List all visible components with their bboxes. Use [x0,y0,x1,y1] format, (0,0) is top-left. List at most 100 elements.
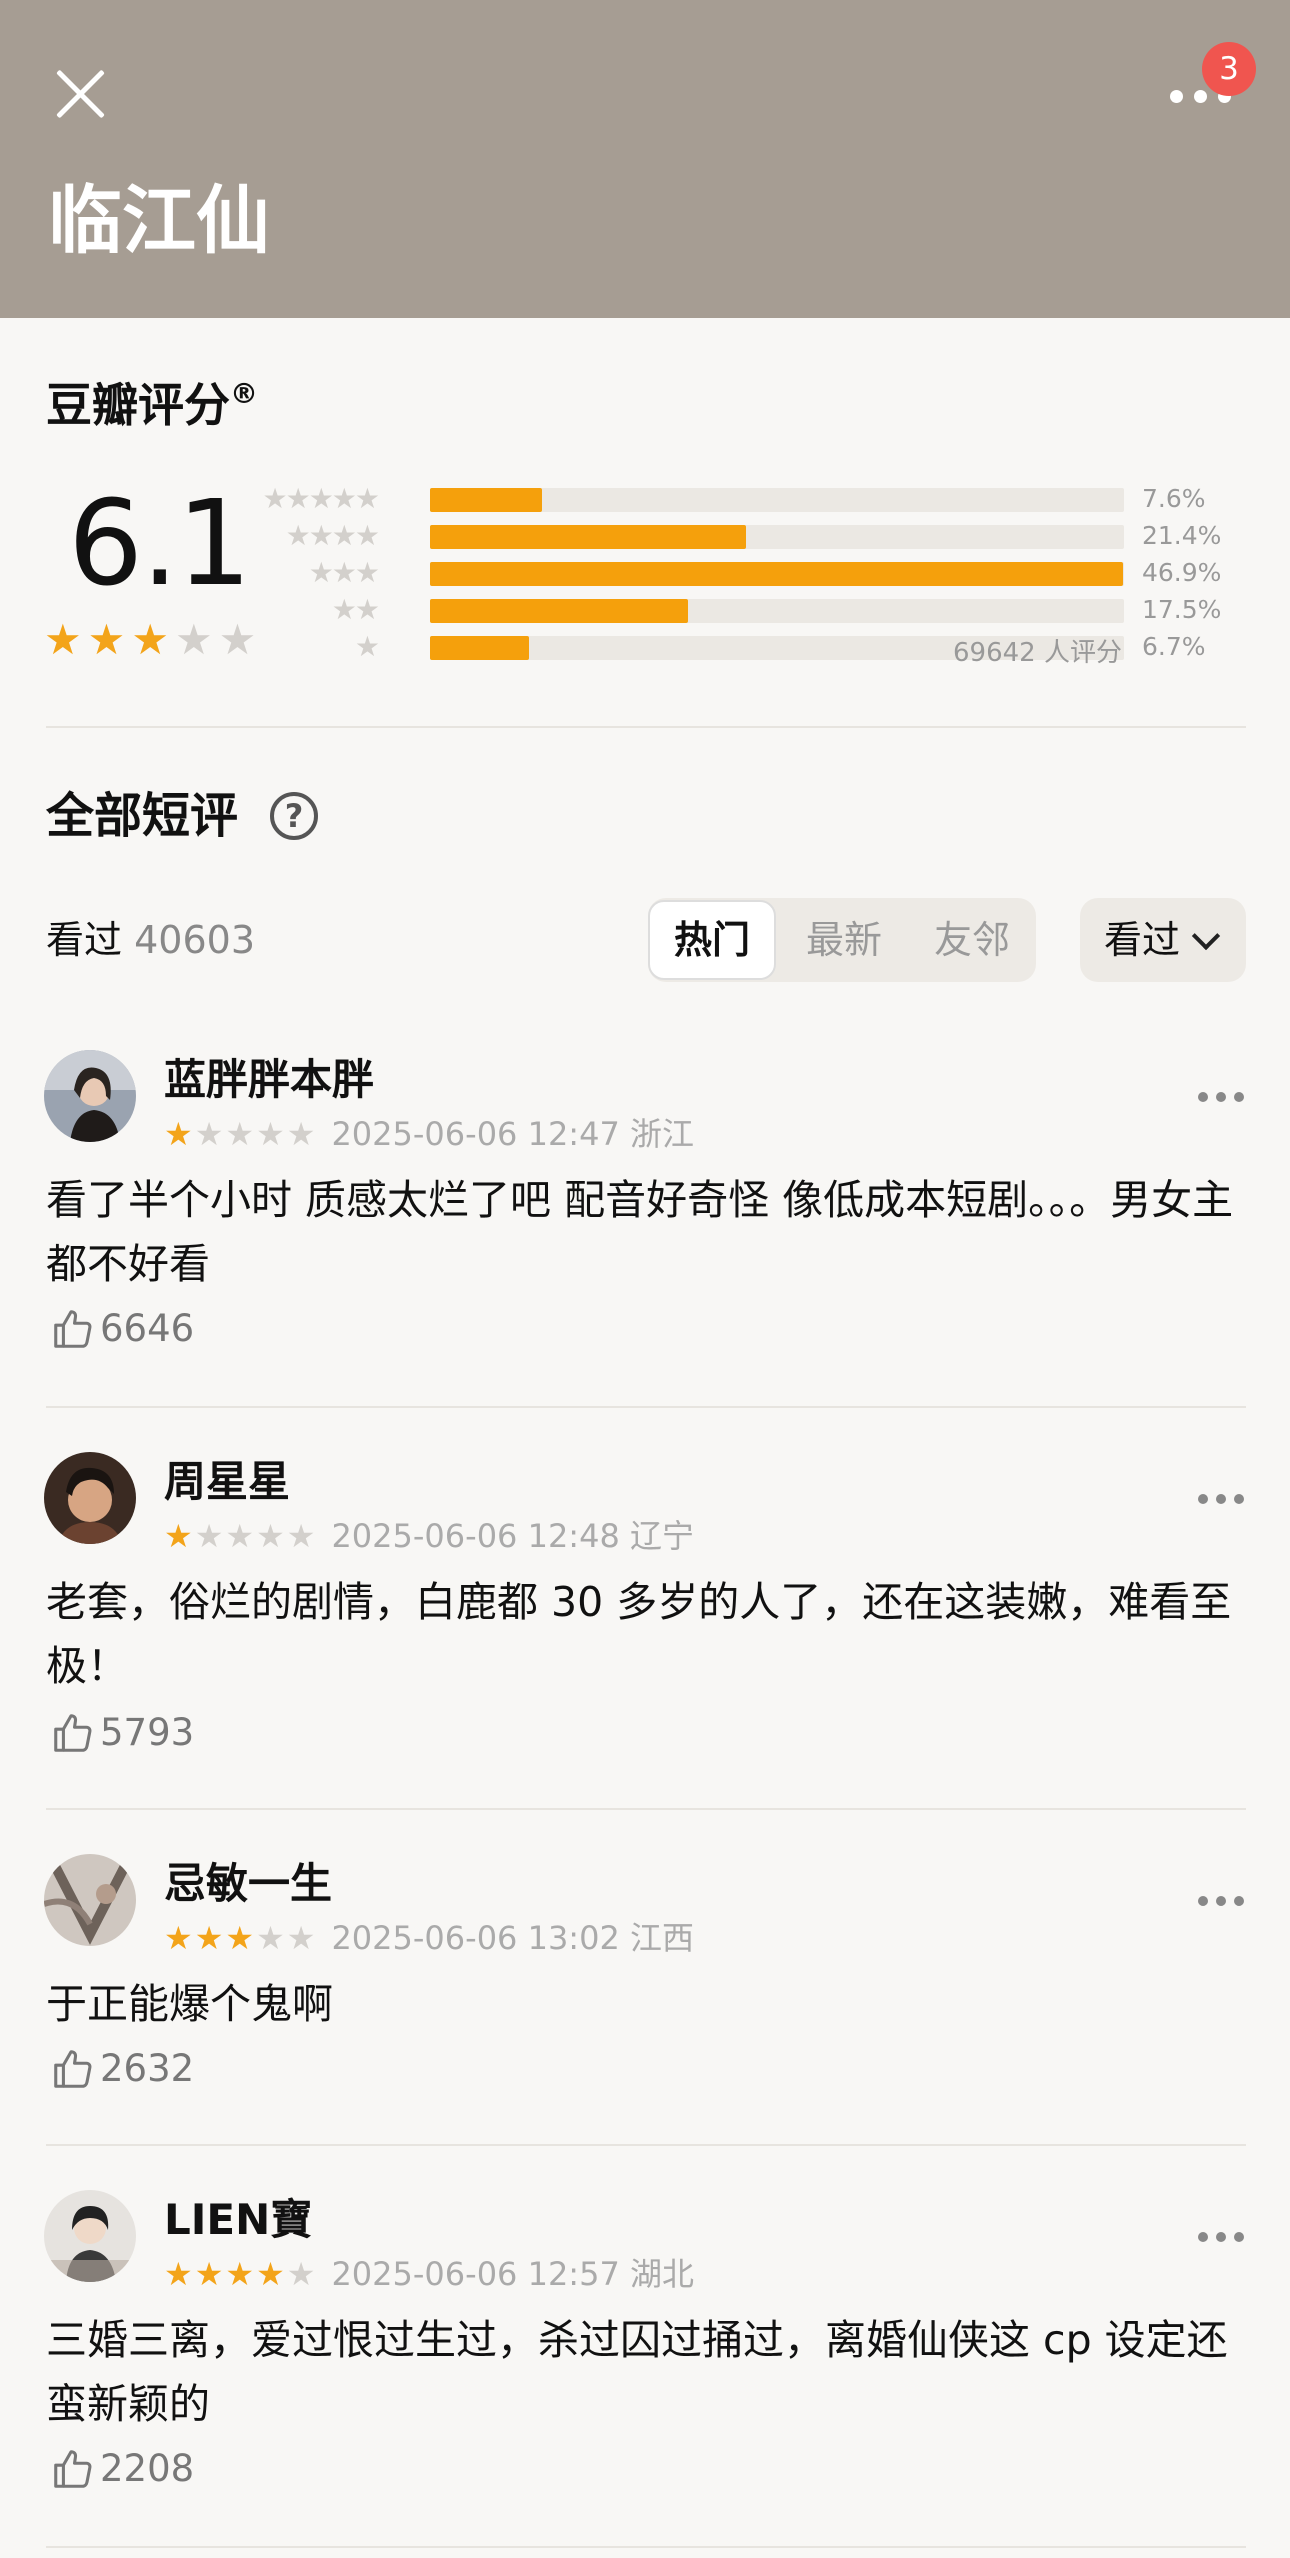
divider [46,1808,1246,1810]
section-title: 全部短评 [46,788,239,844]
star-icon: ★ [218,615,257,664]
close-icon[interactable] [52,66,108,122]
review-date: 2025-06-06 12:57 湖北 [331,2255,694,2293]
star-icon: ★ [286,2255,316,2293]
watched-summary: 看过 40603 [46,918,255,962]
distribution-bar [430,525,746,549]
like-count: 6646 [100,1307,195,1350]
chevron-down-icon [1191,921,1221,951]
review-stars: ★ ★ ★ ★ ★ [164,2257,315,2291]
distribution-stars-icon: ★ [354,630,380,663]
like-count: 5793 [100,1711,195,1754]
avatar[interactable] [44,1854,136,1946]
more-dots-icon[interactable] [1196,2230,1246,2246]
star-icon: ★ [286,1919,316,1957]
like-count: 2208 [100,2447,195,2490]
star-icon: ★ [194,1517,224,1555]
thumbs-up-icon [54,1310,92,1348]
registered-mark: ® [230,377,258,410]
distribution-percent: 46.9% [1142,558,1222,587]
tab-friends[interactable]: 友邻 [908,898,1036,982]
distribution-row: ★★★ 46.9% [270,558,1230,588]
like-button[interactable]: 6646 [50,1306,194,1352]
help-icon[interactable]: ? [270,792,318,840]
rating-heading: 豆瓣评分® [46,377,258,432]
distribution-bar [430,562,1123,586]
distribution-percent: 17.5% [1142,595,1222,624]
rating-score: 6.1 [68,474,252,612]
star-icon: ★ [131,615,169,664]
star-icon: ★ [225,2255,255,2293]
review-stars: ★ ★ ★ ★ ★ [164,1117,315,1151]
star-icon: ★ [164,1517,193,1555]
distribution-percent: 6.7% [1142,632,1206,661]
like-count: 2632 [100,2047,195,2090]
tab-latest[interactable]: 最新 [780,898,908,982]
review-date: 2025-06-06 12:48 辽宁 [331,1517,694,1555]
thumbs-up-icon [54,1714,92,1752]
more-dots-icon[interactable] [1196,1492,1246,1508]
review-date: 2025-06-06 12:47 浙江 [331,1115,694,1153]
star-icon: ★ [44,615,82,664]
review-meta: ★ ★ ★ ★ ★ 2025-06-06 12:47 浙江 [164,1114,694,1154]
star-icon: ★ [87,615,126,664]
distribution-row: ★★★★ 21.4% [270,521,1230,551]
more-dots-icon[interactable] [1196,1090,1246,1106]
star-icon: ★ [164,2255,193,2293]
star-icon: ★ [256,2255,285,2293]
avatar[interactable] [44,1050,136,1142]
distribution-percent: 21.4% [1142,521,1222,550]
reviewer-name[interactable]: 周星星 [164,1456,290,1508]
page-title: 临江仙 [48,178,270,264]
notification-badge: 3 [1202,42,1256,96]
review-text: 老套，俗烂的剧情，白鹿都 30 多岁的人了，还在这装嫩，难看至极！ [46,1578,1232,1690]
like-button[interactable]: 5793 [50,1710,194,1756]
review-text: 三婚三离，爱过恨过生过，杀过囚过捅过，离婚仙侠这 cp 设定还蛮新颖的 [46,2316,1228,2428]
distribution-stars-icon: ★★★ [308,556,380,589]
distribution-bar [430,599,688,623]
star-icon: ★ [286,1517,316,1555]
reviewer-name[interactable]: 蓝胖胖本胖 [164,1054,374,1106]
divider [46,2144,1246,2146]
review-meta: ★ ★ ★ ★ ★ 2025-06-06 12:57 湖北 [164,2254,694,2294]
watched-count: 40603 [134,918,255,962]
reviewer-name[interactable]: 忌敏一生 [164,1858,332,1910]
distribution-stars-icon: ★★★★ [285,519,380,552]
header-bar: 3 临江仙 [0,0,1290,318]
star-icon: ★ [256,1517,285,1555]
avatar[interactable] [44,1452,136,1544]
star-icon: ★ [256,1919,285,1957]
distribution-track [430,599,1124,623]
star-icon: ★ [225,1115,255,1153]
more-dots-icon[interactable] [1196,1894,1246,1910]
review-stars: ★ ★ ★ ★ ★ [164,1519,315,1553]
distribution-row: ★★ 17.5% [270,595,1230,625]
divider [46,726,1246,728]
star-icon: ★ [174,615,213,664]
review-text: 看了半个小时 质感太烂了吧 配音好奇怪 像低成本短剧。。。男女主都不好看 [46,1176,1234,1288]
review-text: 于正能爆个鬼啊 [46,1980,333,2028]
like-button[interactable]: 2632 [50,2046,194,2092]
like-button[interactable]: 2208 [50,2446,194,2492]
average-star-rating: ★ ★ ★ ★ ★ [44,618,256,662]
distribution-track [430,525,1124,549]
divider [46,1406,1246,1408]
avatar[interactable] [44,2190,136,2282]
vote-count: 69642 人评分 [953,638,1122,668]
review-meta: ★ ★ ★ ★ ★ 2025-06-06 12:48 辽宁 [164,1516,694,1556]
thumbs-up-icon [54,2450,92,2488]
filter-label: 看过 [1104,918,1181,962]
star-icon: ★ [194,1115,224,1153]
star-icon: ★ [286,1115,316,1153]
distribution-track [430,562,1124,586]
star-icon: ★ [164,1919,193,1957]
distribution-bar [430,636,529,660]
distribution-stars-icon: ★★ [331,593,380,626]
distribution-percent: 7.6% [1142,484,1206,513]
tab-hot[interactable]: 热门 [648,900,776,980]
review-date: 2025-06-06 13:02 江西 [331,1919,694,1957]
reviewer-name[interactable]: LIEN寶 [164,2194,312,2246]
distribution-bar [430,488,542,512]
star-icon: ★ [194,2255,224,2293]
filter-dropdown[interactable]: 看过 [1080,898,1246,982]
